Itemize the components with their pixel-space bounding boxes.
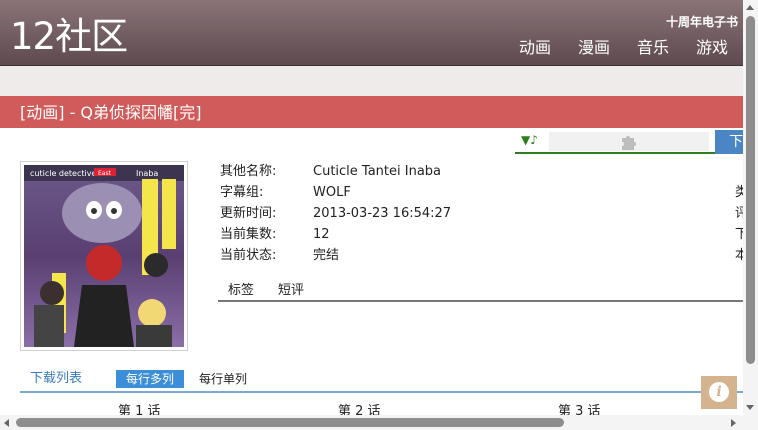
nav-band: [0, 66, 758, 96]
info-value: 完结: [313, 248, 340, 263]
vertical-scrollbar[interactable]: [743, 0, 758, 415]
page-title: [动画] - Q弟侦探因幡[完]: [20, 103, 202, 122]
info-label: 字幕组:: [220, 185, 264, 200]
mode-single-column-button[interactable]: 每行单列: [199, 370, 247, 388]
mode-multi-column-button[interactable]: 每行多列: [116, 370, 184, 388]
scroll-right-arrow-icon[interactable]: [731, 419, 736, 427]
scroll-up-arrow-icon[interactable]: [746, 5, 754, 10]
puzzle-piece-icon: [622, 136, 636, 150]
nav-item-music[interactable]: 音乐: [637, 38, 669, 58]
info-value[interactable]: WOLF: [313, 183, 351, 203]
svg-text:Inaba: Inaba: [136, 169, 158, 178]
scroll-down-arrow-icon[interactable]: [746, 405, 754, 410]
title-bar: [动画] - Q弟侦探因幡[完]: [0, 96, 758, 128]
vertical-scroll-thumb[interactable]: [746, 16, 755, 364]
player-strip: ▼♪: [515, 130, 715, 154]
site-header: 12社区 十周年电子书 动画 漫画 音乐 游戏: [0, 0, 758, 66]
site-logo[interactable]: 12社区: [10, 15, 128, 59]
tab-reviews[interactable]: 短评: [278, 282, 304, 300]
info-value: 12: [313, 227, 330, 242]
svg-text:East: East: [98, 170, 112, 177]
nav-item-games[interactable]: 游戏: [696, 38, 728, 58]
nav-item-anime[interactable]: 动画: [519, 38, 551, 58]
info-value: 2013-03-23 16:54:27: [313, 206, 452, 221]
main-nav: 动画 漫画 音乐 游戏: [492, 38, 728, 58]
detail-tabs: 标签 短评: [218, 280, 743, 302]
info-label: 当前集数:: [220, 227, 277, 242]
player-box[interactable]: [549, 132, 709, 151]
horizontal-scroll-thumb[interactable]: [16, 418, 564, 427]
tab-tags[interactable]: 标签: [228, 282, 254, 300]
player-toggle[interactable]: ▼♪: [521, 133, 538, 147]
info-label: 更新时间:: [220, 206, 277, 221]
svg-text:cuticle detective: cuticle detective: [30, 169, 96, 178]
download-list-divider: [20, 391, 743, 393]
nav-item-manga[interactable]: 漫画: [578, 38, 610, 58]
download-list-tab[interactable]: 下载列表: [30, 370, 82, 388]
info-label: 其他名称:: [220, 164, 277, 179]
cover-image: cuticle detective Inaba East: [20, 161, 188, 351]
info-value: Cuticle Tantei Inaba: [313, 164, 442, 179]
scroll-left-arrow-icon[interactable]: [4, 419, 9, 427]
info-icon: i: [709, 382, 729, 402]
tagline-link[interactable]: 十周年电子书: [666, 13, 738, 30]
horizontal-scrollbar[interactable]: [0, 415, 758, 430]
info-button[interactable]: i: [701, 376, 737, 409]
info-label: 当前状态:: [220, 248, 277, 263]
cover-art: cuticle detective Inaba East: [24, 165, 184, 347]
